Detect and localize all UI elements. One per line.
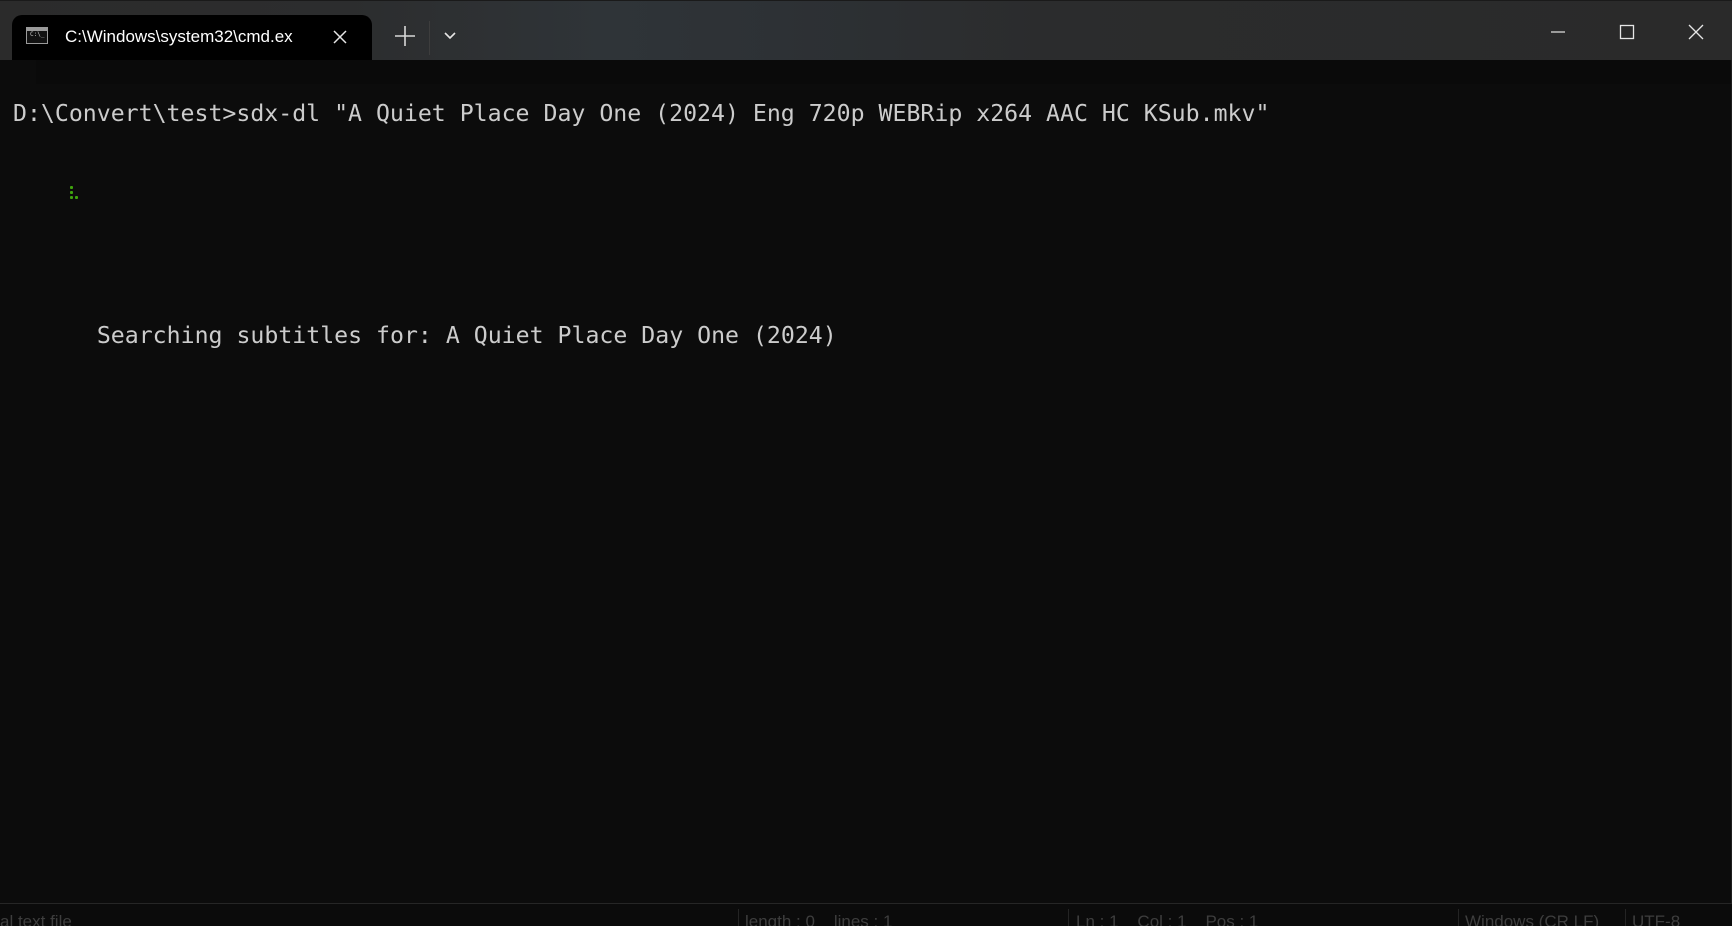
status-encoding: UTF-8 — [1632, 912, 1681, 926]
close-icon — [333, 30, 347, 44]
maximize-button[interactable] — [1604, 11, 1650, 53]
status-bar: al text file length : 0 lines : 1 Ln : 1… — [0, 903, 1732, 926]
search-status-line: Searching subtitles for: A Quiet Place D… — [13, 156, 837, 378]
tab-title: C:\Windows\system32\cmd.ex — [65, 27, 293, 46]
plus-icon — [395, 26, 415, 46]
title-bar[interactable]: C:\_ C:\Windows\system32\cmd.ex — [0, 0, 1732, 61]
status-file-type: al text file — [0, 912, 72, 926]
terminal-output[interactable]: D:\Convert\test>sdx-dl "A Quiet Place Da… — [0, 60, 1732, 903]
status-divider — [1068, 909, 1069, 926]
tab-cmd[interactable]: C:\_ C:\Windows\system32\cmd.ex — [12, 15, 372, 61]
status-eol: Windows (CR LF) — [1465, 912, 1600, 926]
close-window-button[interactable] — [1673, 11, 1719, 53]
minimize-icon — [1551, 31, 1565, 33]
tab-close-button[interactable] — [330, 27, 350, 47]
status-cursor-position: Ln : 1 Col : 1 Pos : 1 — [1076, 912, 1259, 926]
chevron-down-icon — [444, 32, 456, 40]
maximize-icon — [1619, 24, 1635, 40]
status-divider — [1458, 909, 1459, 926]
tab-dropdown-button[interactable] — [442, 29, 458, 41]
status-length-lines: length : 0 lines : 1 — [745, 912, 893, 926]
status-divider — [1625, 909, 1626, 926]
minimize-button[interactable] — [1535, 11, 1581, 53]
status-divider — [738, 909, 739, 926]
terminal-top-band — [36, 60, 1731, 84]
braille-spinner-icon — [69, 184, 83, 204]
terminal-icon: C:\_ — [26, 27, 48, 44]
search-status-text: Searching subtitles for: A Quiet Place D… — [96, 322, 837, 349]
new-tab-button[interactable] — [392, 23, 418, 49]
tab-bar-divider — [429, 21, 430, 55]
close-icon — [1688, 24, 1704, 40]
command-line: D:\Convert\test>sdx-dl "A Quiet Place Da… — [13, 100, 1270, 127]
